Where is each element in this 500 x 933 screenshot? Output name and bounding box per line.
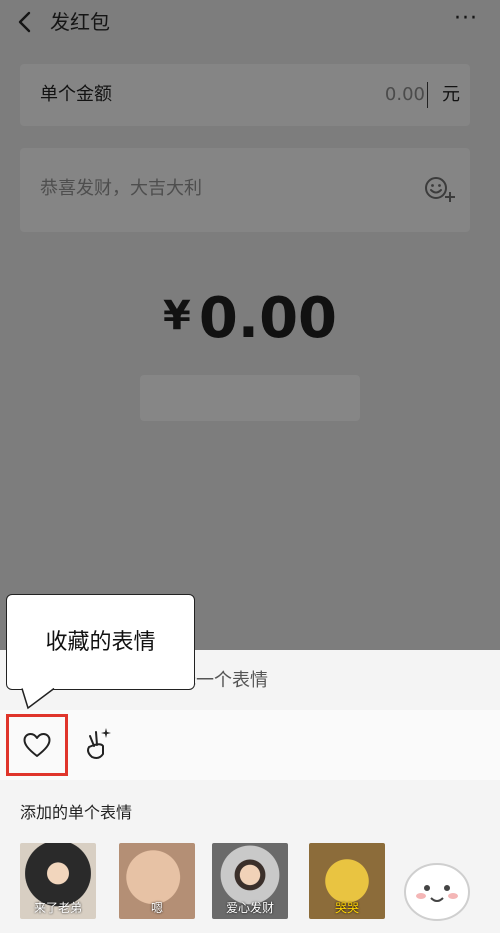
- chevron-left-icon: [18, 11, 31, 33]
- sticker-caption: 哭哭: [334, 901, 359, 915]
- greeting-input[interactable]: 恭喜发财，大吉大利: [40, 176, 202, 202]
- sticker-caption: 来了老弟: [33, 901, 82, 915]
- total-amount: ¥0.00: [0, 282, 500, 353]
- page-title: 发红包: [50, 10, 110, 34]
- total-amount-value: 0.00: [198, 286, 337, 351]
- tooltip-tail: [20, 687, 56, 710]
- tooltip-text: 收藏的表情: [45, 630, 156, 655]
- sticker-item[interactable]: 哭哭: [309, 843, 385, 919]
- heart-icon: [23, 733, 51, 757]
- sticker-item[interactable]: 来了老弟: [20, 843, 96, 919]
- mascot-watermark-icon: [404, 863, 470, 921]
- tab-custom-stickers[interactable]: [82, 726, 112, 760]
- nav-bar: 发红包 ···: [0, 0, 500, 46]
- amount-card: 单个金额 0.00 元: [20, 64, 470, 126]
- sticker-item[interactable]: 爱心发财: [212, 843, 288, 919]
- amount-label: 单个金额: [40, 84, 112, 105]
- tooltip-favorites: 收藏的表情: [6, 594, 195, 690]
- sticker-caption: 爱心发财: [225, 901, 274, 915]
- tab-favorites[interactable]: [6, 714, 68, 776]
- baidu-watermark: [385, 852, 495, 932]
- send-red-packet-button[interactable]: [140, 375, 360, 421]
- emoji-add-icon: [425, 177, 455, 202]
- sticker-caption: 嗯: [150, 901, 163, 915]
- emoji-add-button[interactable]: [422, 174, 456, 204]
- peace-hand-sparkle-icon: [87, 728, 111, 759]
- emoji-tab-bar: [0, 710, 500, 780]
- sticker-item[interactable]: 嗯: [119, 843, 195, 919]
- greeting-card: 恭喜发财，大吉大利: [20, 148, 470, 232]
- amount-unit: 元: [442, 84, 460, 105]
- section-title-added-stickers: 添加的单个表情: [20, 803, 133, 822]
- currency-symbol: ¥: [162, 293, 191, 339]
- amount-input[interactable]: 0.00: [385, 82, 428, 108]
- back-button[interactable]: [12, 8, 40, 36]
- more-options-button[interactable]: ···: [452, 8, 480, 36]
